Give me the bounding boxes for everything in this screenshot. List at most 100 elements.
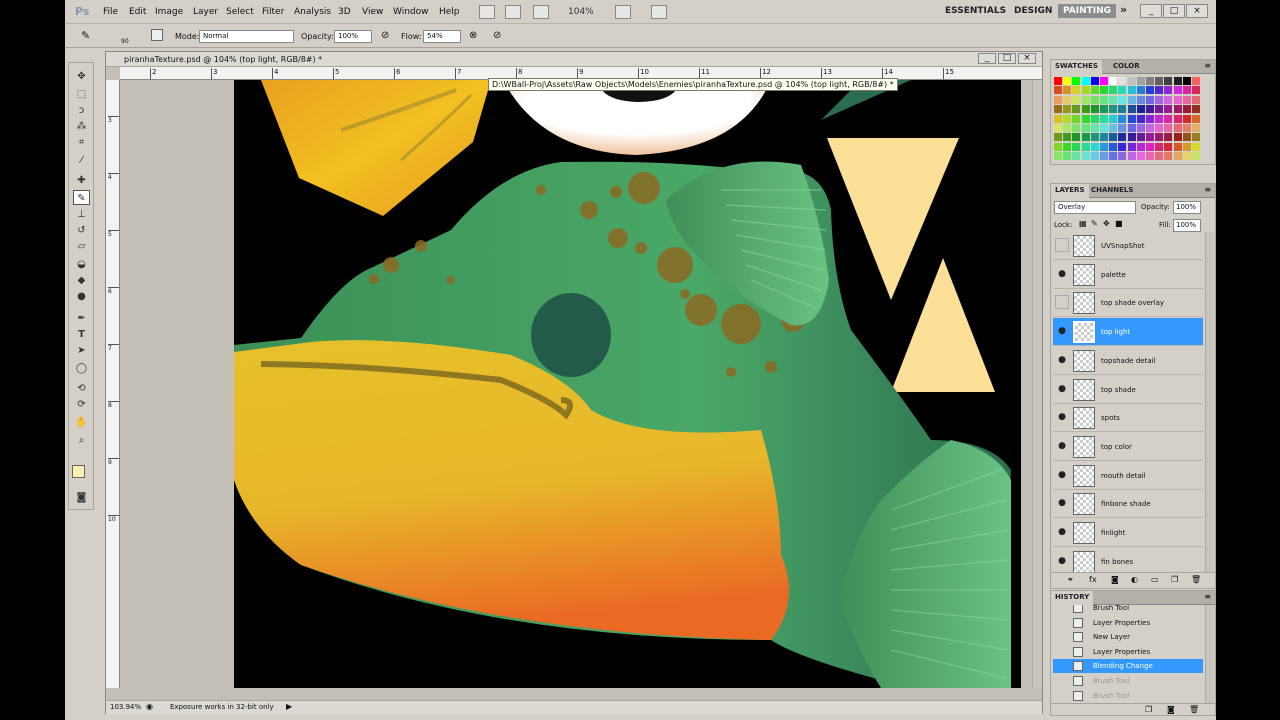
swatch[interactable]: [1054, 86, 1062, 95]
swatch[interactable]: [1090, 86, 1099, 95]
swatch[interactable]: [1100, 124, 1108, 132]
tablet-size-icon[interactable]: ⊘: [493, 30, 501, 41]
tab-color[interactable]: COLOR: [1109, 60, 1144, 74]
swatch[interactable]: [1063, 124, 1072, 132]
minimize-button[interactable]: _: [1140, 4, 1162, 18]
swatch[interactable]: [1155, 105, 1164, 114]
menu-image[interactable]: Image: [155, 7, 183, 17]
swatch[interactable]: [1146, 86, 1154, 95]
swatch[interactable]: [1054, 152, 1062, 161]
screen-mode-icon[interactable]: [651, 5, 667, 19]
workspace-painting[interactable]: PAINTING: [1058, 4, 1117, 18]
swatch[interactable]: [1054, 114, 1062, 123]
3d-orbit-tool-icon[interactable]: ⟳: [73, 397, 90, 412]
swatch[interactable]: [1173, 114, 1182, 123]
bridge-icon[interactable]: [479, 5, 495, 19]
swatch[interactable]: [1146, 133, 1154, 142]
swatch[interactable]: [1164, 86, 1173, 95]
swatch[interactable]: [1118, 114, 1127, 123]
tablet-opacity-icon[interactable]: ⊘: [381, 30, 389, 41]
lock-image-icon[interactable]: ✎: [1091, 219, 1098, 228]
swatch[interactable]: [1192, 77, 1200, 85]
swatch[interactable]: [1118, 86, 1127, 95]
swatch[interactable]: [1127, 133, 1136, 142]
lasso-tool-icon[interactable]: ↄ: [73, 103, 90, 118]
swatch[interactable]: [1063, 86, 1072, 95]
crop-tool-icon[interactable]: ⌗: [73, 135, 90, 150]
history-brush-tool-icon[interactable]: ↺: [73, 223, 90, 238]
swatch[interactable]: [1136, 77, 1145, 85]
swatch[interactable]: [1100, 133, 1108, 142]
doc-minimize-button[interactable]: _: [978, 53, 996, 64]
swatch[interactable]: [1146, 77, 1154, 85]
swatch[interactable]: [1127, 142, 1136, 151]
swatch[interactable]: [1146, 105, 1154, 114]
layer-row[interactable]: ● spots: [1053, 404, 1203, 433]
eye-icon[interactable]: ●: [1055, 554, 1069, 568]
eye-hidden-icon[interactable]: [1055, 295, 1069, 310]
swatch[interactable]: [1164, 114, 1173, 123]
swatch[interactable]: [1081, 77, 1090, 85]
pen-tool-icon[interactable]: ✒: [73, 311, 90, 326]
panel-menu-icon[interactable]: ≡: [1204, 61, 1211, 70]
swatch[interactable]: [1054, 133, 1062, 142]
zoom-level-select[interactable]: 104%: [568, 7, 594, 17]
swatch[interactable]: [1081, 133, 1090, 142]
swatch[interactable]: [1182, 105, 1191, 114]
swatch[interactable]: [1090, 105, 1099, 114]
swatch[interactable]: [1072, 142, 1081, 151]
menu-file[interactable]: File: [103, 7, 118, 17]
swatch[interactable]: [1100, 142, 1108, 151]
swatch[interactable]: [1192, 152, 1200, 161]
swatch[interactable]: [1072, 152, 1081, 161]
swatch[interactable]: [1182, 95, 1191, 104]
flow-field[interactable]: 54%: [423, 30, 461, 43]
menu-select[interactable]: Select: [226, 7, 254, 17]
layers-scrollbar[interactable]: [1205, 232, 1214, 572]
quick-mask-icon[interactable]: ◙: [73, 490, 90, 505]
swatch[interactable]: [1072, 105, 1081, 114]
swatch[interactable]: [1155, 133, 1164, 142]
maximize-button[interactable]: □: [1163, 4, 1185, 18]
add-mask-icon[interactable]: ◙: [1111, 575, 1119, 584]
arrange-documents-icon[interactable]: [615, 5, 631, 19]
swatch[interactable]: [1118, 133, 1127, 142]
ellipse-tool-icon[interactable]: ◯: [73, 361, 90, 376]
history-state[interactable]: Layer Properties: [1053, 616, 1203, 630]
swatch[interactable]: [1192, 114, 1200, 123]
swatch[interactable]: [1182, 133, 1191, 142]
eye-icon[interactable]: ●: [1055, 267, 1069, 281]
eye-icon[interactable]: ●: [1055, 439, 1069, 453]
eyedropper-tool-icon[interactable]: ⁄: [73, 153, 90, 168]
swatch[interactable]: [1164, 124, 1173, 132]
workspace-design[interactable]: DESIGN: [1014, 6, 1052, 16]
new-document-from-state-icon[interactable]: ❐: [1145, 705, 1152, 714]
swatch[interactable]: [1173, 105, 1182, 114]
layer-row[interactable]: ● mouth detail: [1053, 461, 1203, 490]
lock-transparent-icon[interactable]: ▦: [1079, 219, 1087, 228]
eraser-tool-icon[interactable]: ▱: [73, 239, 90, 254]
layers-panel-menu-icon[interactable]: ≡: [1204, 185, 1211, 194]
swatch[interactable]: [1127, 114, 1136, 123]
blur-tool-icon[interactable]: ◆: [73, 273, 90, 288]
swatch[interactable]: [1164, 142, 1173, 151]
swatch[interactable]: [1054, 95, 1062, 104]
swatch[interactable]: [1155, 95, 1164, 104]
zoom-status[interactable]: 103.94%: [110, 703, 141, 711]
swatch[interactable]: [1090, 77, 1099, 85]
swatch[interactable]: [1155, 86, 1164, 95]
swatch[interactable]: [1100, 95, 1108, 104]
swatch[interactable]: [1192, 95, 1200, 104]
move-tool-icon[interactable]: ✥: [73, 69, 90, 84]
minibridge-icon[interactable]: [505, 5, 521, 19]
swatch[interactable]: [1118, 77, 1127, 85]
eye-icon[interactable]: ●: [1055, 496, 1069, 510]
adjustment-layer-icon[interactable]: ◐: [1131, 575, 1138, 584]
layer-style-icon[interactable]: fx: [1089, 575, 1097, 584]
swatch[interactable]: [1081, 114, 1090, 123]
swatch[interactable]: [1109, 114, 1118, 123]
swatch[interactable]: [1136, 152, 1145, 161]
swatch[interactable]: [1090, 142, 1099, 151]
swatch[interactable]: [1182, 152, 1191, 161]
menu-filter[interactable]: Filter: [262, 7, 284, 17]
